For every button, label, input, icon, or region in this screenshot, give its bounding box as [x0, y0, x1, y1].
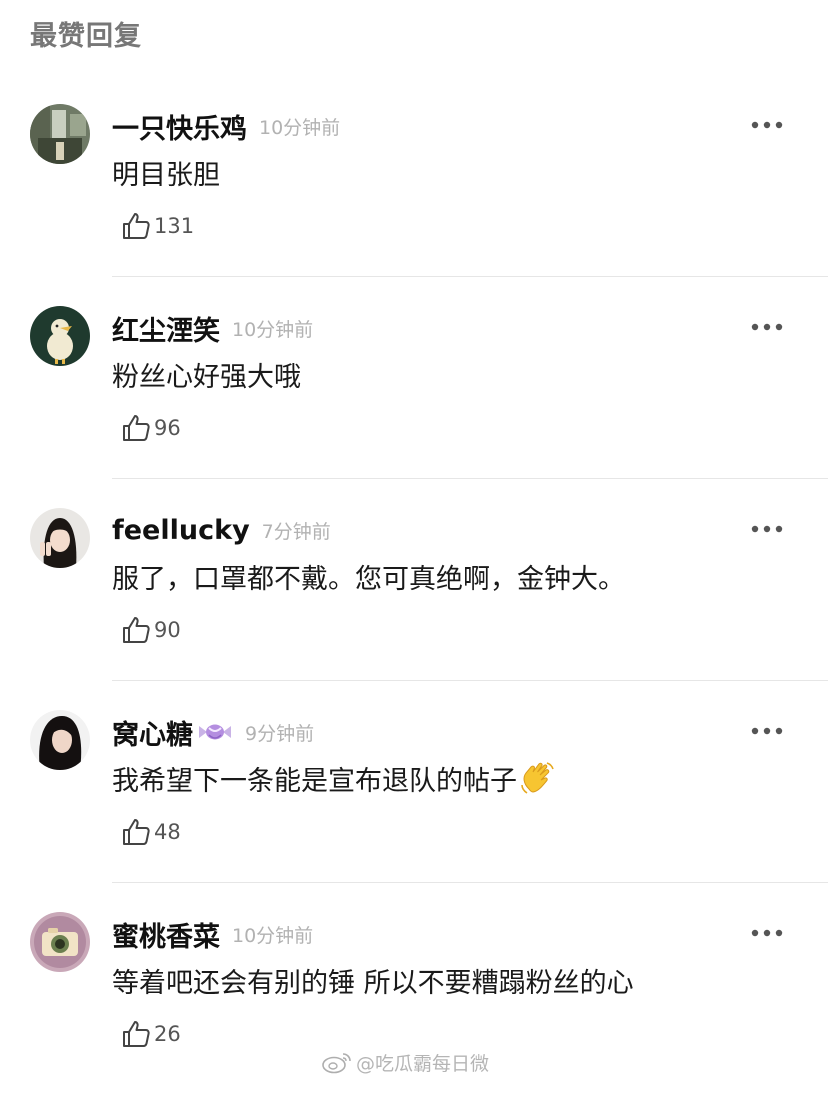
- like-count: 90: [154, 618, 181, 642]
- like-button[interactable]: 48: [120, 816, 181, 848]
- username[interactable]: feellucky: [112, 515, 250, 546]
- timestamp: 10分钟前: [259, 116, 341, 139]
- comment-text: 明目张胆: [112, 159, 220, 191]
- timestamp: 7分钟前: [261, 520, 331, 543]
- more-options-button[interactable]: [750, 120, 784, 130]
- comment-item: feellucky 7分钟前 服了，口罩都不戴。您可真绝啊，金钟大。 90: [0, 508, 828, 710]
- like-count: 131: [154, 214, 195, 238]
- divider: [112, 680, 828, 681]
- waving-hand-icon: [519, 759, 557, 797]
- thumbs-up-icon: [120, 816, 152, 848]
- ellipsis-icon: [751, 929, 783, 937]
- username[interactable]: 蜜桃香菜: [112, 915, 220, 954]
- like-button[interactable]: 90: [120, 614, 181, 646]
- like-count: 96: [154, 416, 181, 440]
- like-count: 26: [154, 1022, 181, 1046]
- avatar-camera-lens-icon: [30, 912, 90, 972]
- comment-item: 窝心糖 9分钟前 我希望下一条能是宣布退队的帖子 48: [0, 710, 828, 912]
- comment-text: 我希望下一条能是宣布退队的帖子: [112, 765, 517, 797]
- comment-text: 服了，口罩都不戴。您可真绝啊，金钟大。: [112, 563, 625, 595]
- watermark-text: @吃瓜霸每日微: [356, 1052, 490, 1075]
- avatar-girl-dark-hair-icon: [30, 710, 90, 770]
- username[interactable]: 窝心糖: [112, 713, 193, 752]
- thumbs-up-icon: [120, 412, 152, 444]
- comment-item: 蜜桃香菜 10分钟前 等着吧还会有别的锤 所以不要糟蹋粉丝的心 26: [0, 912, 828, 1114]
- ellipsis-icon: [751, 727, 783, 735]
- user-avatar[interactable]: [30, 104, 90, 164]
- section-title: 最赞回复: [30, 21, 142, 52]
- user-avatar[interactable]: [30, 710, 90, 770]
- like-button[interactable]: 26: [120, 1018, 181, 1050]
- ellipsis-icon: [751, 323, 783, 331]
- user-avatar[interactable]: [30, 912, 90, 972]
- avatar-girl-peace-sign-icon: [30, 508, 90, 568]
- ellipsis-icon: [751, 121, 783, 129]
- like-count: 48: [154, 820, 181, 844]
- more-options-button[interactable]: [750, 322, 784, 332]
- thumbs-up-icon: [120, 614, 152, 646]
- timestamp: 10分钟前: [232, 318, 314, 341]
- user-avatar[interactable]: [30, 508, 90, 568]
- weibo-logo-icon: [322, 1053, 351, 1074]
- username[interactable]: 红尘湮笑: [112, 309, 220, 348]
- comment-item: 一只快乐鸡 10分钟前 明目张胆 131: [0, 104, 828, 306]
- more-options-button[interactable]: [750, 726, 784, 736]
- timestamp: 10分钟前: [232, 924, 314, 947]
- more-options-button[interactable]: [750, 524, 784, 534]
- comment-item: 红尘湮笑 10分钟前 粉丝心好强大哦 96: [0, 306, 828, 508]
- avatar-photo-room-icon: [30, 104, 90, 164]
- candy-icon: [197, 718, 233, 746]
- more-options-button[interactable]: [750, 928, 784, 938]
- thumbs-up-icon: [120, 210, 152, 242]
- watermark: @吃瓜霸每日微: [322, 1046, 489, 1078]
- like-button[interactable]: 96: [120, 412, 181, 444]
- comment-text: 粉丝心好强大哦: [112, 361, 301, 393]
- thumbs-up-icon: [120, 1018, 152, 1050]
- divider: [112, 882, 828, 883]
- divider: [112, 276, 828, 277]
- like-button[interactable]: 131: [120, 210, 194, 242]
- comment-text: 等着吧还会有别的锤 所以不要糟蹋粉丝的心: [112, 967, 634, 999]
- user-avatar[interactable]: [30, 306, 90, 366]
- username[interactable]: 一只快乐鸡: [112, 107, 247, 146]
- divider: [112, 478, 828, 479]
- avatar-duck-green-icon: [30, 306, 90, 366]
- ellipsis-icon: [751, 525, 783, 533]
- timestamp: 9分钟前: [245, 722, 315, 745]
